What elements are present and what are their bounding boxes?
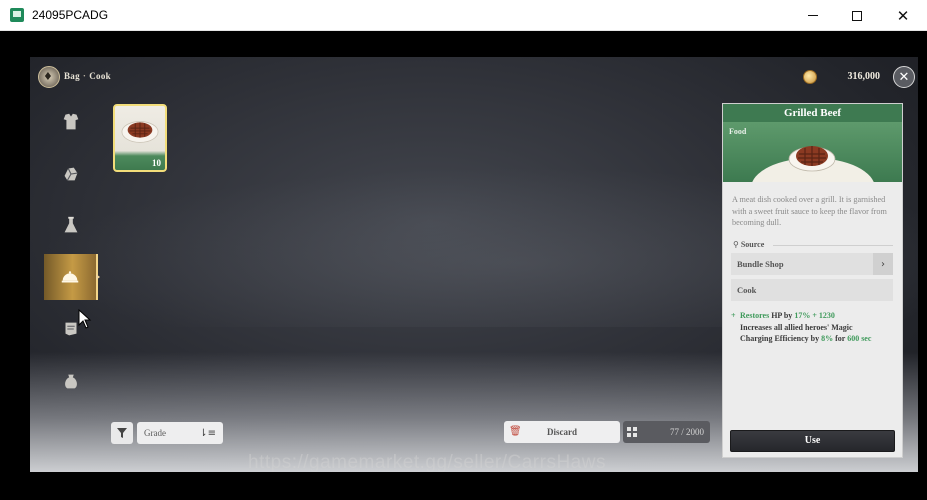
sidebar-item-cook[interactable] (44, 254, 98, 300)
minimize-icon (808, 15, 818, 16)
sidebar-item-misc[interactable] (44, 358, 98, 404)
window-close-button[interactable]: ✕ (880, 0, 926, 31)
effect-line-1: Restores HP by 17% + 1230 (740, 311, 835, 320)
breadcrumb-separator: · (82, 71, 87, 81)
source-bundle-shop[interactable]: Bundle Shop › (731, 253, 893, 275)
close-icon: ✕ (898, 69, 910, 85)
source-label: Bundle Shop (737, 259, 784, 269)
minimize-button[interactable] (790, 0, 836, 31)
maximize-icon (852, 10, 862, 21)
flask-icon (64, 216, 78, 233)
breadcrumb: Bag · Cook (64, 71, 111, 81)
item-category: Food (729, 127, 747, 136)
breadcrumb-cook: Cook (89, 71, 111, 81)
discard-label: Discard (547, 427, 577, 437)
source-cook: Cook (731, 279, 893, 301)
effect-bullet-icon: + (731, 311, 736, 320)
sort-order-icon[interactable]: ⇂≡ (199, 428, 216, 439)
item-detail-panel: Grilled Beef Food A meat dish cooked ove… (722, 103, 903, 458)
steak-icon (121, 121, 159, 143)
sidebar-item-equipment[interactable] (44, 99, 98, 145)
chevron-right-icon[interactable]: › (873, 253, 893, 275)
ore-icon (64, 167, 78, 181)
app-icon (10, 8, 24, 22)
source-label: Cook (737, 285, 757, 295)
item-detail-banner: Food (723, 122, 902, 182)
game-viewport: ♦ Bag · Cook 316,000 ✕ 10 Grade ⇂≡ 🗑 Dis… (30, 57, 918, 472)
steak-icon (788, 146, 836, 172)
sidebar-item-materials[interactable] (44, 151, 98, 197)
effect-line-3: Charging Efficiency by 8% for 600 sec (740, 334, 872, 343)
funnel-icon (117, 428, 127, 438)
sidebar-item-consumables[interactable] (44, 203, 98, 249)
watermark: https://gamemarket.gg/seller/CarrsHaws (248, 452, 606, 473)
filter-button[interactable] (111, 422, 133, 444)
active-indicator-arrow (96, 274, 100, 280)
source-heading-label: Source (740, 240, 765, 249)
mouse-cursor-icon (78, 309, 92, 329)
item-detail-title: Grilled Beef (723, 104, 902, 122)
source-divider (773, 245, 893, 246)
capacity-count: 77 / 2000 (669, 427, 704, 437)
armor-icon (63, 113, 79, 130)
item-description: A meat dish cooked over a grill. It is g… (732, 195, 887, 227)
window-titlebar: 24095PCADG ✕ (0, 0, 927, 31)
grade-sort-label: Grade (144, 428, 166, 438)
gold-amount: 316,000 (847, 71, 881, 82)
effect-line-2: Increases all allied heroes' Magic (740, 322, 853, 332)
pouch-icon (65, 374, 77, 389)
use-button[interactable]: Use (730, 430, 895, 452)
close-bag-button[interactable]: ✕ (893, 66, 915, 88)
grid-icon (627, 427, 637, 437)
breadcrumb-bag[interactable]: Bag (64, 71, 80, 81)
cloche-icon (61, 271, 79, 283)
item-count: 10 (152, 158, 161, 168)
bag-capacity: 77 / 2000 (623, 421, 710, 443)
close-icon: ✕ (896, 6, 910, 25)
item-slot-grilled-beef[interactable]: 10 (113, 104, 167, 172)
grade-sort-dropdown[interactable]: Grade ⇂≡ (137, 422, 223, 444)
window-title: 24095PCADG (32, 8, 109, 22)
item-effect: + Restores HP by 17% + 1230 Increases al… (731, 310, 897, 345)
discard-button[interactable]: 🗑 Discard (504, 421, 620, 443)
bag-emblem-icon: ♦ (38, 66, 60, 88)
maximize-button[interactable] (834, 0, 880, 31)
location-pin-icon: ⚲ (733, 240, 739, 249)
gold-coin-icon (803, 70, 817, 84)
source-heading: ⚲ Source (733, 240, 764, 249)
